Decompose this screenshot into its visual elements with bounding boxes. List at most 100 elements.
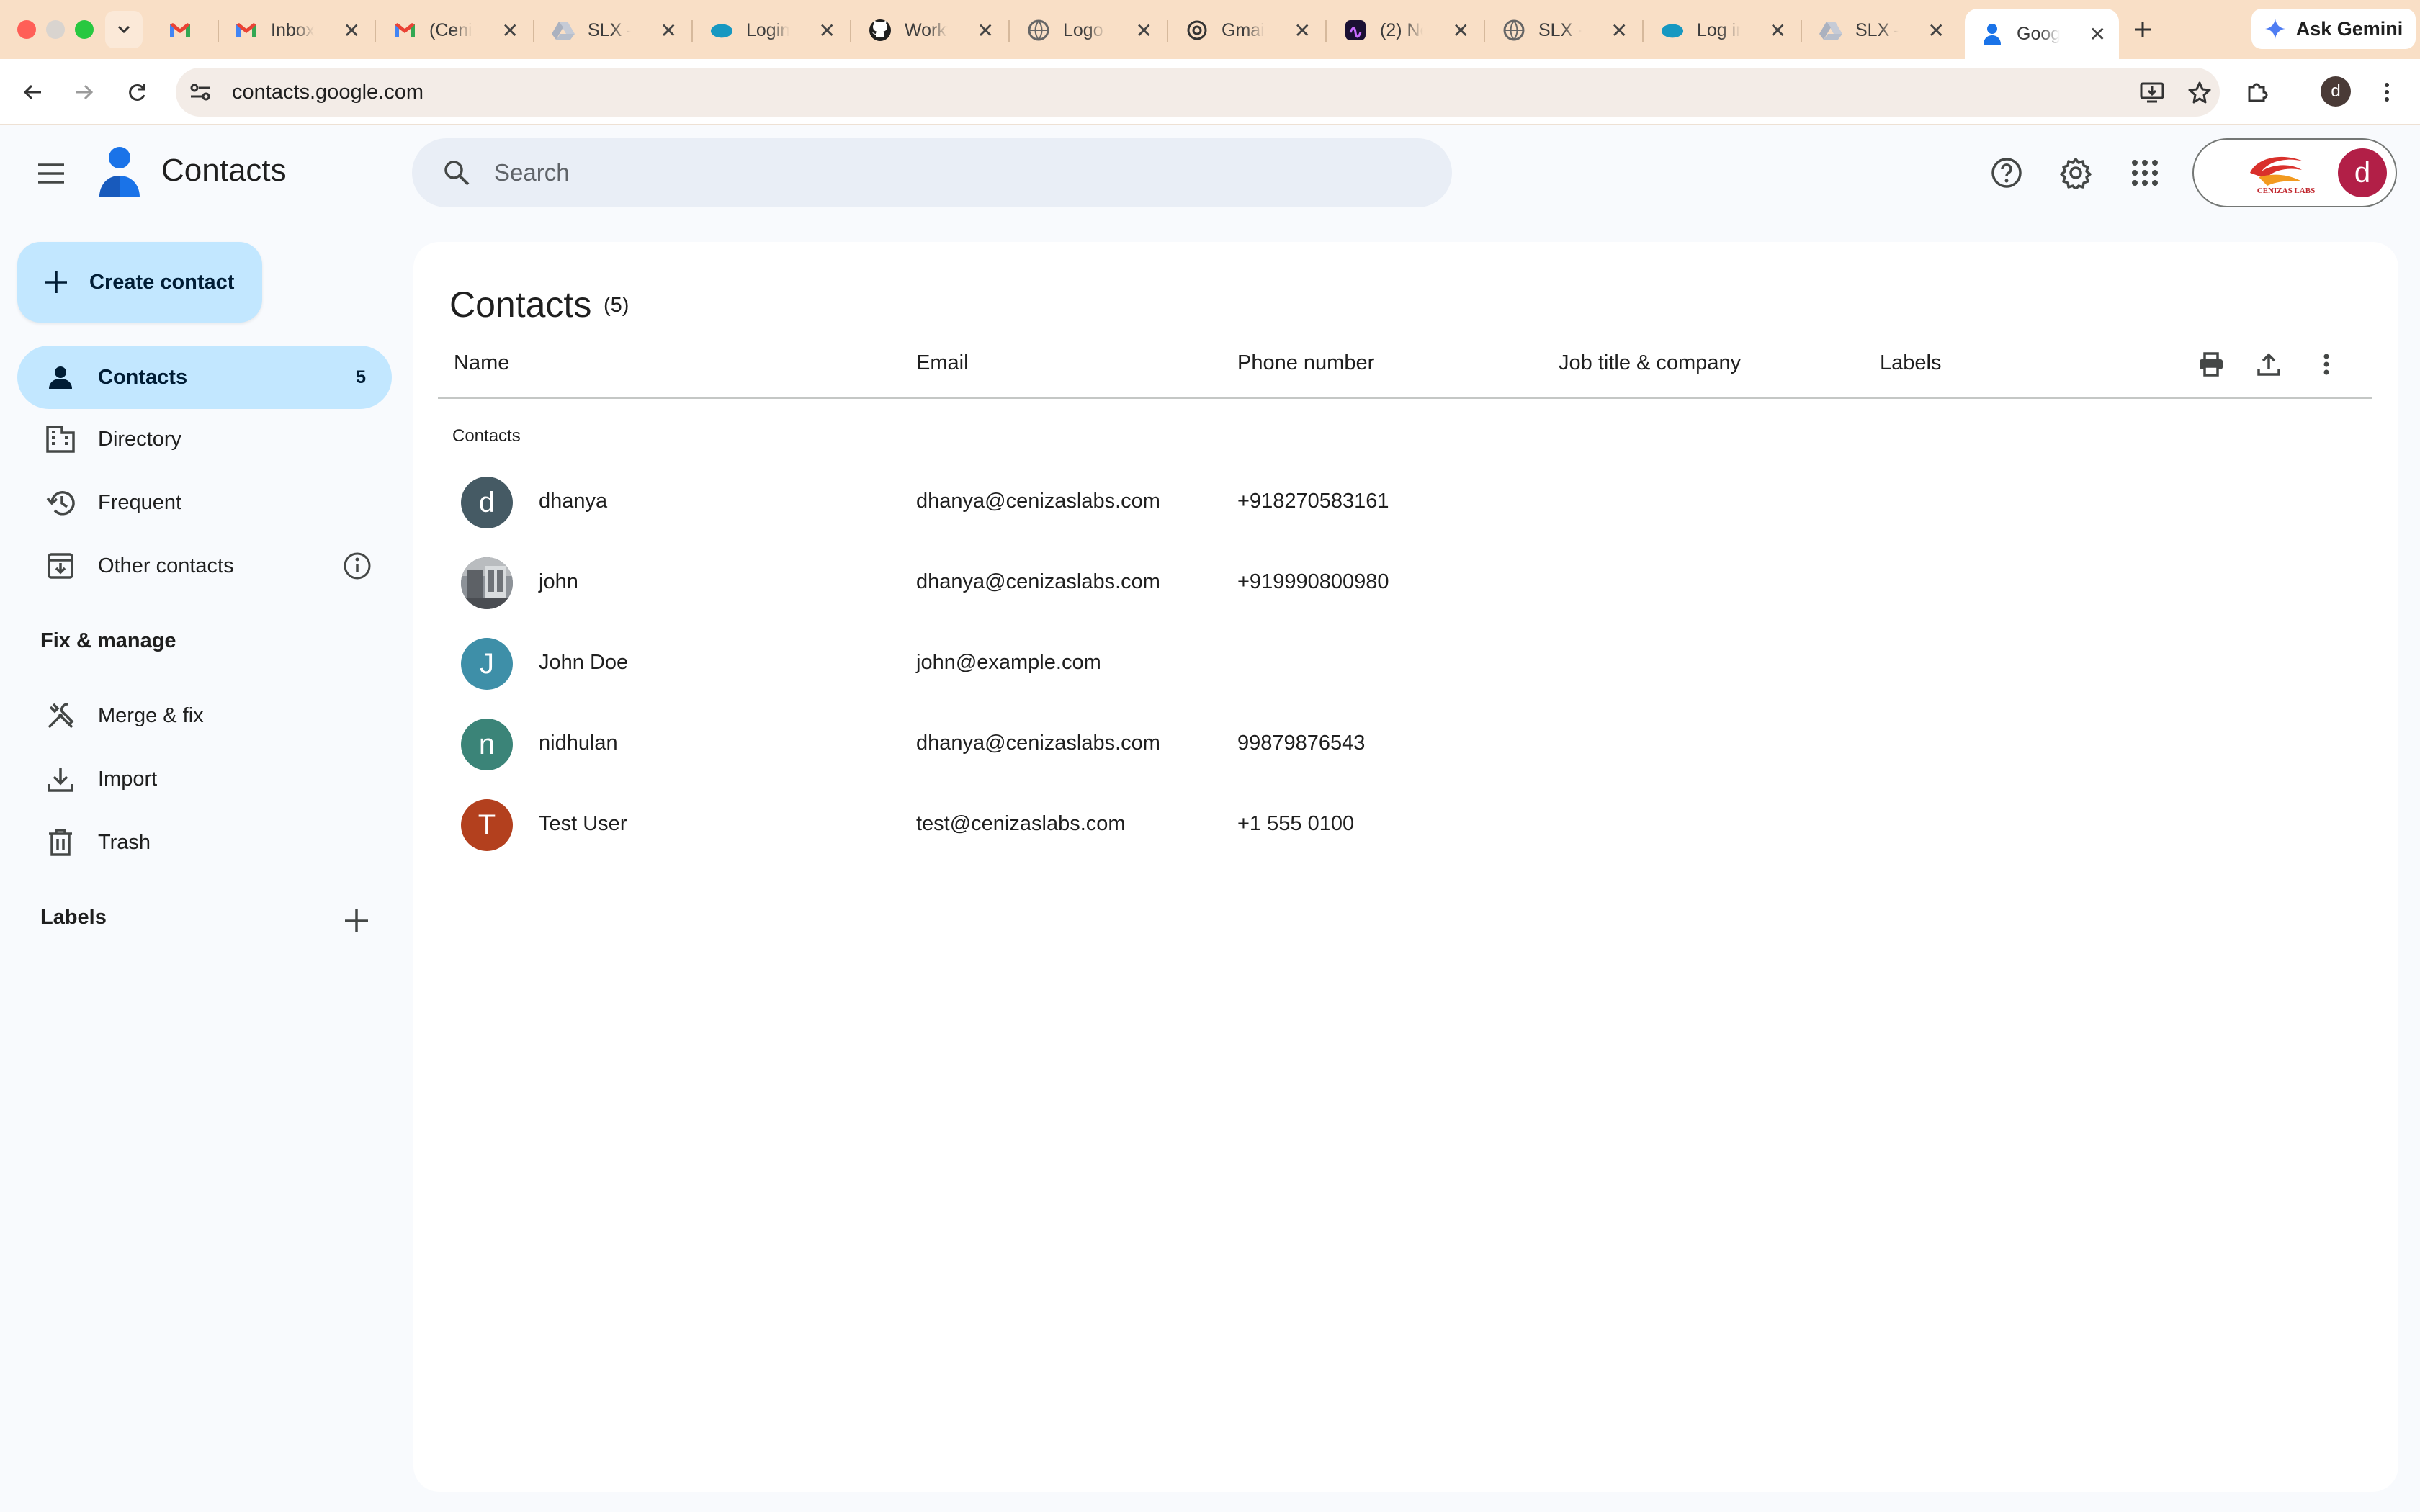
browser-tab-google-contacts[interactable]: Google ✕ bbox=[1965, 9, 2119, 59]
app-icon bbox=[1344, 19, 1367, 42]
gmail-icon bbox=[393, 19, 416, 42]
browser-tab-logo[interactable]: Logo a ✕ bbox=[1011, 10, 1165, 50]
plus-icon bbox=[345, 909, 368, 932]
sidebar-item-contacts[interactable]: Contacts 5 bbox=[17, 346, 392, 409]
browser-tab-login[interactable]: Login | ✕ bbox=[694, 10, 848, 50]
close-tab-icon[interactable]: ✕ bbox=[2089, 22, 2106, 46]
extensions-button[interactable] bbox=[2241, 76, 2273, 108]
sidebar-item-other-contacts[interactable]: Other contacts bbox=[17, 534, 392, 598]
ask-gemini-button[interactable]: Ask Gemini bbox=[2251, 9, 2416, 49]
tab-title: Log in bbox=[1697, 19, 1740, 40]
close-tab-icon[interactable]: ✕ bbox=[1928, 19, 1945, 42]
browser-tab-notifications[interactable]: (2) Ne ✕ bbox=[1328, 10, 1482, 50]
browser-tab-gmail-chatgpt[interactable]: Gmail ✕ bbox=[1170, 10, 1324, 50]
sidebar-item-label: Merge & fix bbox=[98, 703, 204, 727]
sidebar-item-frequent[interactable]: Frequent bbox=[17, 471, 392, 534]
column-header-name[interactable]: Name bbox=[454, 351, 509, 375]
browser-tab-log-in[interactable]: Log in ✕ bbox=[1645, 10, 1799, 50]
sidebar-item-import[interactable]: Import bbox=[17, 747, 392, 811]
tab-title: Google bbox=[2017, 23, 2060, 44]
tab-title: SLX — bbox=[588, 19, 631, 40]
info-icon[interactable] bbox=[341, 550, 373, 582]
install-app-icon[interactable] bbox=[2135, 75, 2169, 109]
minimize-window-button[interactable] bbox=[46, 20, 65, 39]
help-button[interactable] bbox=[1988, 154, 2025, 192]
app-title: Contacts bbox=[161, 153, 287, 188]
bookmark-star-icon[interactable] bbox=[2182, 75, 2217, 109]
account-switcher[interactable]: CENIZAS LABS d bbox=[2192, 138, 2397, 207]
table-row[interactable]: J John Doe john@example.com bbox=[438, 624, 2372, 704]
browser-tab-cenizas-mail[interactable]: (Ceniz ✕ bbox=[377, 10, 532, 50]
close-tab-icon[interactable]: ✕ bbox=[660, 19, 677, 42]
table-row[interactable]: T Test User test@cenizaslabs.com +1 555 … bbox=[438, 785, 2372, 865]
close-tab-icon[interactable]: ✕ bbox=[1453, 19, 1469, 42]
cenizas-labs-logo: CENIZAS LABS bbox=[2250, 156, 2315, 195]
maximize-window-button[interactable] bbox=[75, 20, 94, 39]
sidebar-item-label: Frequent bbox=[98, 490, 182, 514]
close-tab-icon[interactable]: ✕ bbox=[1294, 19, 1311, 42]
browser-tab-slx-c[interactable]: SLX · C ✕ bbox=[1487, 10, 1641, 50]
contact-phone: 99879876543 bbox=[1237, 732, 1366, 755]
browser-tab-slx-drive[interactable]: SLX — ✕ bbox=[536, 10, 690, 50]
tab-separator bbox=[1167, 20, 1168, 42]
contact-email: test@cenizaslabs.com bbox=[916, 812, 1126, 835]
tab-separator bbox=[1325, 20, 1327, 42]
print-button[interactable] bbox=[2194, 347, 2228, 382]
settings-button[interactable] bbox=[2057, 154, 2094, 192]
close-tab-icon[interactable]: ✕ bbox=[1611, 19, 1628, 42]
contact-name: Test User bbox=[539, 812, 627, 835]
globe-icon bbox=[1502, 19, 1525, 42]
forward-button[interactable] bbox=[68, 76, 99, 108]
sidebar-item-trash[interactable]: Trash bbox=[17, 811, 392, 874]
gmail-icon bbox=[235, 19, 258, 42]
column-header-labels: Labels bbox=[1880, 351, 1942, 374]
close-tab-icon[interactable]: ✕ bbox=[344, 19, 360, 42]
avatar-initial: T bbox=[478, 809, 496, 841]
search-input[interactable] bbox=[494, 159, 1358, 186]
browser-tab-inbox[interactable]: Inbox ( ✕ bbox=[219, 10, 373, 50]
close-window-button[interactable] bbox=[17, 20, 36, 39]
close-tab-icon[interactable]: ✕ bbox=[1136, 19, 1152, 42]
account-avatar[interactable]: d bbox=[2338, 148, 2387, 197]
back-button[interactable] bbox=[17, 76, 49, 108]
tab-separator bbox=[691, 20, 693, 42]
more-actions-button[interactable] bbox=[2309, 347, 2344, 382]
browser-profile-avatar[interactable]: d bbox=[2321, 76, 2351, 107]
main-menu-button[interactable] bbox=[30, 153, 72, 194]
sidebar-item-merge-fix[interactable]: Merge & fix bbox=[17, 684, 392, 747]
search-bar[interactable] bbox=[412, 138, 1452, 207]
browser-tab-gmail[interactable] bbox=[160, 10, 207, 50]
site-settings-icon[interactable] bbox=[182, 73, 219, 111]
browser-tab-github-workflow[interactable]: Workfl ✕ bbox=[853, 10, 1007, 50]
close-tab-icon[interactable]: ✕ bbox=[819, 19, 835, 42]
browser-menu-button[interactable] bbox=[2371, 76, 2403, 108]
table-row[interactable]: john dhanya@cenizaslabs.com +91999080098… bbox=[438, 543, 2372, 624]
contacts-logo-icon bbox=[99, 147, 140, 197]
salesforce-icon bbox=[1661, 19, 1684, 42]
table-row[interactable]: d dhanya dhanya@cenizaslabs.com +9182705… bbox=[438, 462, 2372, 543]
table-row[interactable]: n nidhulan dhanya@cenizaslabs.com 998798… bbox=[438, 704, 2372, 785]
google-apps-button[interactable] bbox=[2126, 154, 2164, 192]
tab-separator bbox=[1801, 20, 1802, 42]
tab-search-button[interactable] bbox=[105, 11, 143, 48]
create-contact-button[interactable]: Create contact bbox=[17, 242, 262, 323]
address-bar[interactable]: contacts.google.com bbox=[176, 68, 2220, 117]
search-icon[interactable] bbox=[441, 157, 472, 189]
export-button[interactable] bbox=[2251, 347, 2286, 382]
sidebar-item-directory[interactable]: Directory bbox=[17, 408, 392, 471]
contact-email: dhanya@cenizaslabs.com bbox=[916, 490, 1160, 513]
browser-tab-slx-drive-2[interactable]: SLX — ✕ bbox=[1803, 10, 1958, 50]
column-header-email: Email bbox=[916, 351, 969, 374]
close-tab-icon[interactable]: ✕ bbox=[977, 19, 994, 42]
more-vert-icon bbox=[2385, 83, 2389, 102]
close-tab-icon[interactable]: ✕ bbox=[502, 19, 519, 42]
tab-separator bbox=[1642, 20, 1644, 42]
create-label-button[interactable] bbox=[339, 903, 375, 939]
print-icon bbox=[2200, 352, 2223, 377]
contact-name: john bbox=[539, 570, 578, 593]
contact-phone: +918270583161 bbox=[1237, 490, 1389, 513]
close-tab-icon[interactable]: ✕ bbox=[1770, 19, 1786, 42]
contact-name: John Doe bbox=[539, 651, 629, 674]
reload-button[interactable] bbox=[121, 76, 153, 108]
new-tab-button[interactable] bbox=[2126, 13, 2159, 46]
